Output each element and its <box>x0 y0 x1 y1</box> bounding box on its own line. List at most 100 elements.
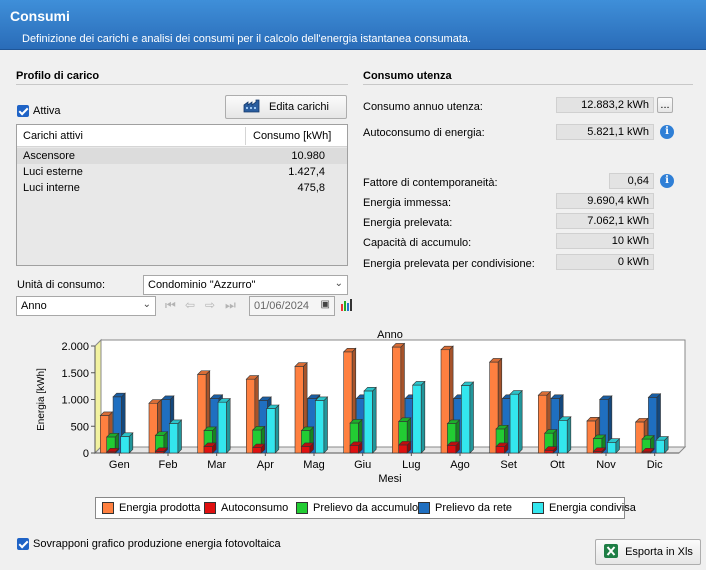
legend-item: Energia condivisa <box>532 502 636 514</box>
x-tick-label: Lug <box>402 459 420 471</box>
x-axis-label: Mesi <box>378 473 401 485</box>
withdrawn-energy-label: Energia prelevata: <box>363 217 453 229</box>
legend-swatch <box>204 502 216 514</box>
chart-title: Anno <box>377 329 403 341</box>
x-tick-label: Gen <box>109 459 130 471</box>
excel-icon <box>603 543 619 562</box>
y-tick-label: 0 <box>83 448 89 460</box>
y-axis-label: Energia [kWh] <box>36 368 47 431</box>
profile-section-title: Profilo di carico <box>16 70 100 82</box>
unit-label: Unità di consumo: <box>17 279 106 291</box>
unit-select[interactable]: Condominio "Azzurro" ⌄ <box>143 275 348 295</box>
bar-energia-condivisa-lug <box>412 380 426 454</box>
x-tick-label: Set <box>500 459 517 471</box>
col-header-consumption[interactable]: Consumo [kWh] <box>253 130 331 142</box>
monthly-energy-chart: Anno 0 500 1.000 1.500 2.000 Energia [kWh] Gen F… <box>36 329 687 485</box>
chevron-down-icon: ⌄ <box>142 299 151 310</box>
legend-label: Autoconsumo <box>221 502 289 514</box>
profile-divider <box>16 84 348 85</box>
overlay-pv-label: Sovrapponi grafico produzione energia fo… <box>33 538 281 550</box>
x-tick-label: Ott <box>550 459 565 471</box>
chart-legend: Energia prodotta Autoconsumo Prelievo da a… <box>95 497 636 519</box>
bar-energia-condivisa-nov <box>606 437 621 454</box>
factory-icon <box>243 99 263 116</box>
loads-table-header: Carichi attivi Consumo [kWh] <box>17 125 347 147</box>
bar-energia-condivisa-ott <box>558 416 572 454</box>
page-title: Consumi <box>10 8 70 24</box>
next-icon[interactable]: ⇨ <box>205 298 215 312</box>
y-tick-label: 500 <box>71 421 89 433</box>
bar-autoconsumo-ago <box>446 441 461 454</box>
bar-energia-condivisa-apr <box>266 404 280 454</box>
legend-label: Prelievo da accumulo <box>313 502 419 514</box>
bar-energia-condivisa-mag <box>314 396 329 454</box>
bar-energia-condivisa-mar <box>217 397 231 454</box>
bar-autoconsumo-giu <box>349 441 363 454</box>
fed-energy-value: 9.690,4 kWh <box>556 193 654 209</box>
annual-consumption-label: Consumo annuo utenza: <box>363 101 483 113</box>
loads-table: Carichi attivi Consumo [kWh] Ascensore 1… <box>16 124 348 266</box>
legend-label: Energia condivisa <box>549 502 636 514</box>
self-consumption-label: Autoconsumo di energia: <box>363 127 485 139</box>
x-tick-label: Feb <box>159 459 178 471</box>
header-bar: Consumi Definizione dei carichi e analis… <box>0 0 706 50</box>
edit-loads-button[interactable]: Edita carichi <box>225 95 347 119</box>
x-tick-label: Giu <box>354 459 371 471</box>
overlay-pv-checkbox[interactable] <box>17 538 29 550</box>
bar-autoconsumo-mar <box>203 442 217 454</box>
shared-withdrawal-value: 0 kWh <box>556 254 654 270</box>
simultaneity-label: Fattore di contemporaneità: <box>363 177 498 189</box>
table-row[interactable]: Ascensore 10.980 <box>17 148 347 164</box>
table-row[interactable]: Luci esterne 1.427,4 <box>17 164 347 180</box>
bar-autoconsumo-mag <box>300 442 315 454</box>
y-tick-label: 2.000 <box>61 341 89 353</box>
fed-energy-label: Energia immessa: <box>363 197 452 209</box>
edit-loads-label: Edita carichi <box>269 101 329 113</box>
shared-withdrawal-label: Energia prelevata per condivisione: <box>363 258 535 270</box>
calendar-icon: ▣ <box>320 299 330 310</box>
period-select[interactable]: Anno ⌄ <box>16 296 156 316</box>
export-xls-label: Esporta in Xls <box>625 546 693 558</box>
legend-swatch <box>418 502 430 514</box>
usage-divider <box>363 84 693 85</box>
first-icon[interactable]: ⏮ <box>165 298 176 313</box>
legend-item: Energia prodotta <box>102 502 200 514</box>
legend-swatch <box>296 502 308 514</box>
export-xls-button[interactable]: Esporta in Xls <box>595 539 701 565</box>
legend-swatch <box>102 502 114 514</box>
legend-label: Energia prodotta <box>119 502 201 514</box>
legend-item: Prelievo da rete <box>418 502 512 514</box>
date-picker[interactable]: 01/06/2024 ▣ <box>249 296 335 316</box>
col-header-loads[interactable]: Carichi attivi <box>23 130 83 142</box>
simultaneity-value: 0,64 <box>609 173 654 189</box>
info-icon[interactable]: i <box>660 174 674 188</box>
bar-energia-condivisa-feb <box>168 419 183 454</box>
bar-autoconsumo-set <box>495 442 509 454</box>
x-tick-label: Dic <box>647 459 663 471</box>
chevron-down-icon: ⌄ <box>334 278 343 289</box>
prev-icon[interactable]: ⇦ <box>185 298 195 312</box>
storage-capacity-value: 10 kWh <box>556 233 654 249</box>
bar-energia-condivisa-ago <box>460 381 475 454</box>
page-description: Definizione dei carichi e analisi dei co… <box>22 33 472 45</box>
info-icon[interactable]: i <box>660 125 674 139</box>
withdrawn-energy-value: 7.062,1 kWh <box>556 213 654 229</box>
y-tick-label: 1.000 <box>61 395 89 407</box>
x-tick-label: Apr <box>257 459 274 471</box>
table-row[interactable]: Luci interne 475,8 <box>17 180 347 196</box>
active-label: Attiva <box>33 105 61 117</box>
x-tick-label: Ago <box>450 459 470 471</box>
y-tick-label: 1.500 <box>61 368 89 380</box>
chart-icon[interactable] <box>340 298 354 315</box>
bar-energia-condivisa-gen <box>120 432 134 454</box>
active-checkbox[interactable] <box>17 105 29 117</box>
x-tick-label: Mag <box>303 459 324 471</box>
bar-energia-condivisa-giu <box>363 386 377 454</box>
legend-label: Prelievo da rete <box>435 502 513 514</box>
last-icon[interactable]: ⏭ <box>225 298 236 313</box>
more-button[interactable]: ... <box>657 97 673 113</box>
x-tick-label: Mar <box>207 459 226 471</box>
x-tick-label: Nov <box>596 459 616 471</box>
legend-swatch <box>532 502 544 514</box>
bar-energia-condivisa-set <box>509 389 523 454</box>
